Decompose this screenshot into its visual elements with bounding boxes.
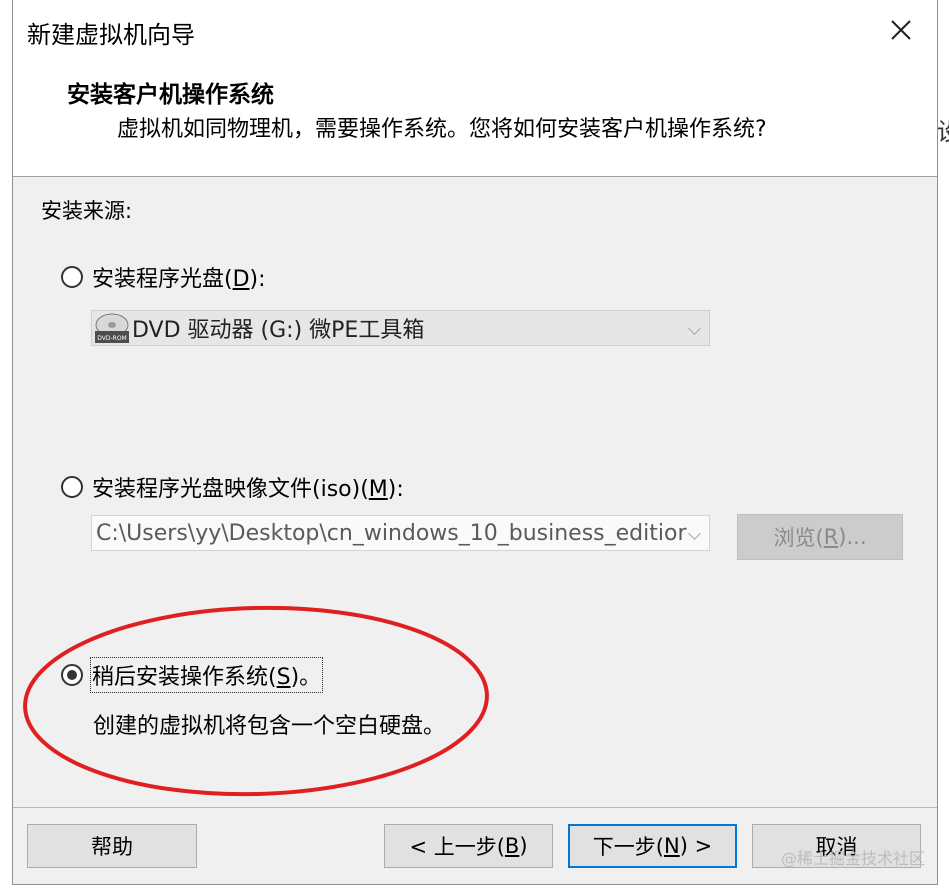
chevron-down-icon [688,527,701,540]
install-source-label: 安装来源: [41,199,133,223]
page-subtitle: 虚拟机如同物理机，需要操作系统。您将如何安装客户机操作系统? [117,117,767,142]
install-later-description: 创建的虚拟机将包含一个空白硬盘。 [93,714,446,739]
dvd-rom-icon: DVD-ROM [95,313,129,343]
browse-button[interactable]: 浏览(R)... [737,514,903,560]
install-source-panel: 安装来源: 安装程序光盘(D): DVD-ROM DVD 驱动器 (G:) 微P… [13,177,937,807]
back-button[interactable]: < 上一步(B) [384,824,553,868]
iso-path-value: C:\Users\yy\Desktop\cn_windows_10_busine… [96,520,687,546]
install-later-radio-label: 稍后安装操作系统(S)。 [89,657,324,693]
iso-option[interactable]: 安装程序光盘映像文件(iso)(M): [61,471,404,503]
iso-radio[interactable] [61,476,83,498]
title-bar: 新建虚拟机向导 [13,0,937,62]
chevron-down-icon [688,322,701,335]
next-button[interactable]: 下一步(N) > [568,824,737,868]
page-title: 安装客户机操作系统 [67,82,274,108]
iso-path-input[interactable]: C:\Users\yy\Desktop\cn_windows_10_busine… [91,515,710,551]
iso-radio-label: 安装程序光盘映像文件(iso)(M): [92,477,404,502]
background-window-fragment: 设 [937,112,949,147]
disc-radio-label: 安装程序光盘(D): [92,267,266,292]
disc-radio[interactable] [61,266,83,288]
new-vm-wizard-window: 新建虚拟机向导 安装客户机操作系统 虚拟机如同物理机，需要操作系统。您将如何安装… [12,0,938,885]
window-title: 新建虚拟机向导 [27,21,195,49]
disc-option[interactable]: 安装程序光盘(D): [61,261,266,293]
close-icon[interactable] [881,10,921,50]
disc-drive-value: DVD 驱动器 (G:) 微PE工具箱 [132,318,425,343]
help-button[interactable]: 帮助 [27,824,197,868]
wizard-header: 安装客户机操作系统 虚拟机如同物理机，需要操作系统。您将如何安装客户机操作系统? [13,62,937,177]
install-later-radio[interactable] [61,664,83,686]
disc-drive-select[interactable]: DVD-ROM DVD 驱动器 (G:) 微PE工具箱 [91,310,710,346]
watermark: @稀土掘金技术社区 [780,849,925,868]
install-later-option[interactable]: 稍后安装操作系统(S)。 [61,657,324,693]
svg-text:DVD-ROM: DVD-ROM [97,335,126,342]
